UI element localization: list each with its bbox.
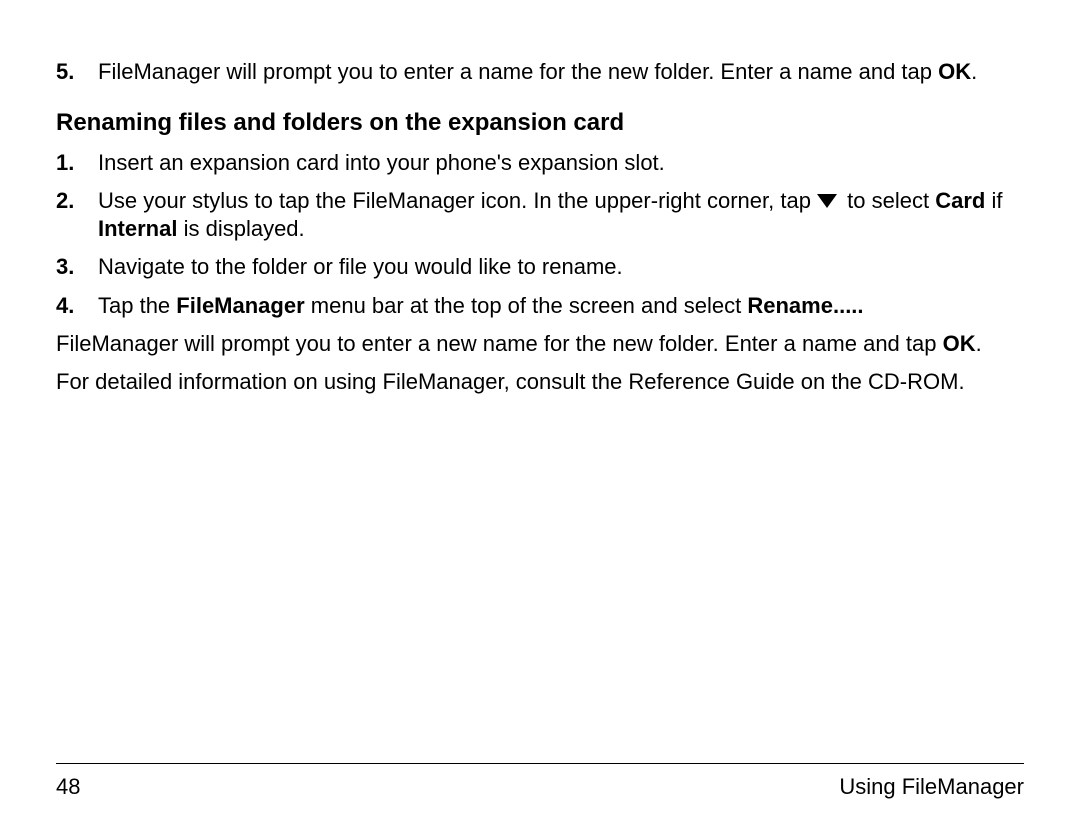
paragraph-prompt: FileManager will prompt you to enter a n…: [56, 330, 1024, 358]
ok-label: OK: [943, 331, 976, 356]
r2-text-1: Use your stylus to tap the FileManager i…: [98, 188, 817, 213]
r4-text-1: Tap the: [98, 293, 176, 318]
list-item-3: 3. Navigate to the folder or file you wo…: [56, 253, 1024, 281]
list-number: 1.: [56, 149, 98, 177]
list-text: Use your stylus to tap the FileManager i…: [98, 187, 1024, 243]
r2-text-2: to select: [841, 188, 935, 213]
r2-text-3: if: [985, 188, 1002, 213]
list-number: 4.: [56, 292, 98, 320]
page-number: 48: [56, 774, 80, 800]
footer-divider: [56, 763, 1024, 764]
list-item-4: 4. Tap the FileManager menu bar at the t…: [56, 292, 1024, 320]
step5-text-2: .: [971, 59, 977, 84]
r2-text-4: is displayed.: [177, 216, 304, 241]
footer-row: 48 Using FileManager: [56, 774, 1024, 800]
section-title: Using FileManager: [839, 774, 1024, 800]
para1-text-1: FileManager will prompt you to enter a n…: [56, 331, 943, 356]
dropdown-triangle-icon: [817, 194, 837, 208]
paragraph-reference: For detailed information on using FileMa…: [56, 368, 1024, 396]
list-item-5: 5. FileManager will prompt you to enter …: [56, 58, 1024, 86]
list-text: Insert an expansion card into your phone…: [98, 149, 1024, 177]
list-number: 3.: [56, 253, 98, 281]
page-footer: 48 Using FileManager: [56, 763, 1024, 800]
card-label: Card: [935, 188, 985, 213]
list-item-1: 1. Insert an expansion card into your ph…: [56, 149, 1024, 177]
rename-label: Rename.....: [747, 293, 863, 318]
filemanager-label: FileManager: [176, 293, 304, 318]
section-heading: Renaming files and folders on the expans…: [56, 108, 1024, 139]
list-text: Navigate to the folder or file you would…: [98, 253, 1024, 281]
list-item-2: 2. Use your stylus to tap the FileManage…: [56, 187, 1024, 243]
document-page: 5. FileManager will prompt you to enter …: [0, 0, 1080, 834]
list-number: 5.: [56, 58, 98, 86]
page-content: 5. FileManager will prompt you to enter …: [56, 58, 1024, 396]
para1-text-2: .: [976, 331, 982, 356]
internal-label: Internal: [98, 216, 177, 241]
list-text: Tap the FileManager menu bar at the top …: [98, 292, 1024, 320]
list-number: 2.: [56, 187, 98, 243]
step5-text-1: FileManager will prompt you to enter a n…: [98, 59, 938, 84]
ok-label: OK: [938, 59, 971, 84]
r4-text-2: menu bar at the top of the screen and se…: [305, 293, 748, 318]
list-text: FileManager will prompt you to enter a n…: [98, 58, 1024, 86]
